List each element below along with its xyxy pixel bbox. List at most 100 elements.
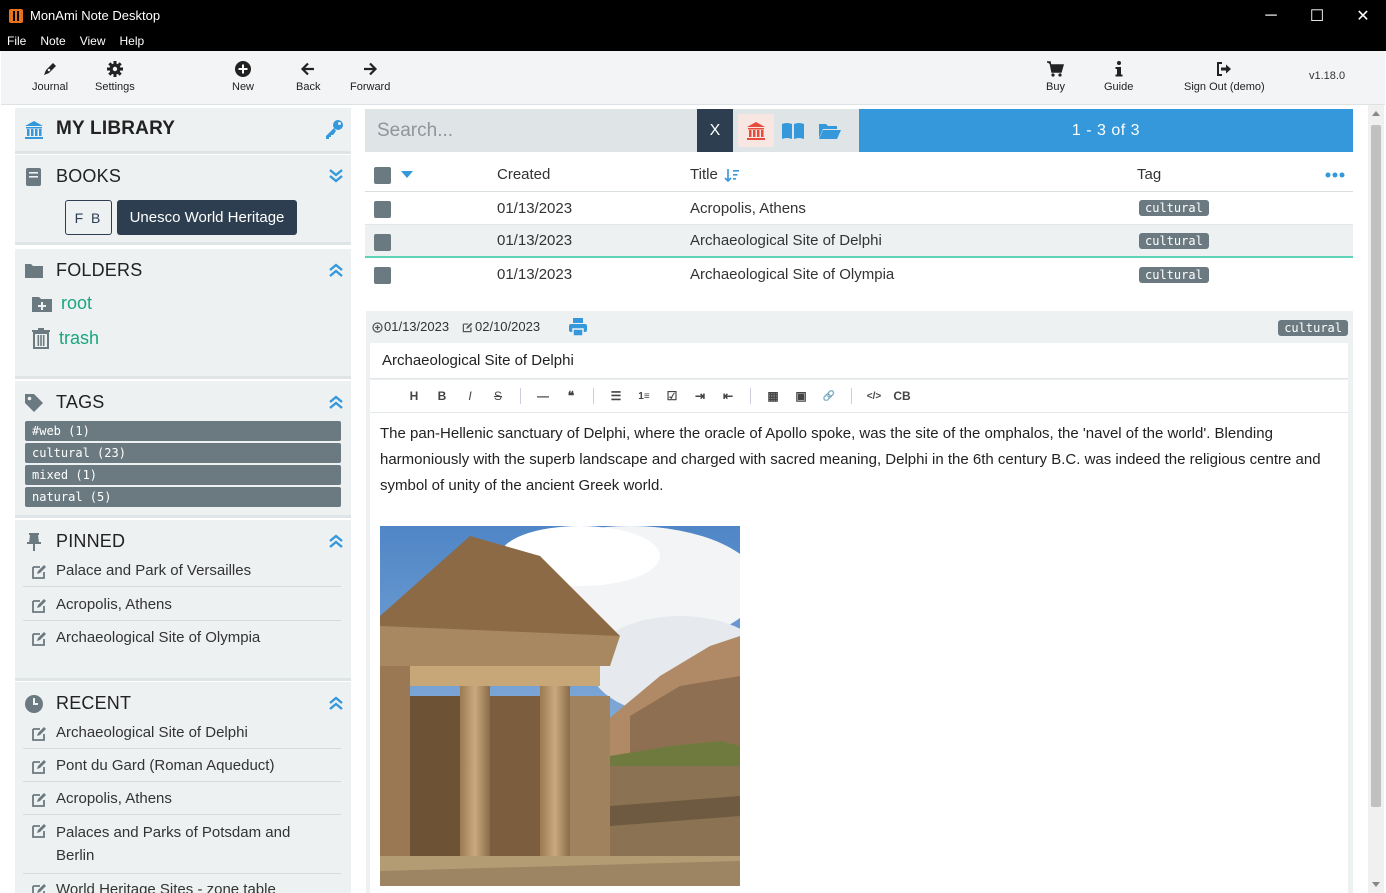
buy-button[interactable]: Buy: [1046, 60, 1065, 93]
column-title[interactable]: Title: [690, 158, 740, 191]
note-body[interactable]: The pan-Hellenic sanctuary of Delphi, wh…: [370, 413, 1348, 893]
code-button[interactable]: </>: [860, 391, 888, 402]
tag-cultural[interactable]: cultural (23): [25, 443, 341, 463]
scope-folder-button[interactable]: [812, 114, 848, 147]
title-bar: MonAmi Note Desktop ─ ☐ ✕: [0, 0, 1386, 31]
chevrons-up-icon[interactable]: [328, 695, 344, 711]
chevrons-up-icon[interactable]: [328, 262, 344, 278]
table-row[interactable]: 01/13/2023 Archaeological Site of Delphi…: [365, 225, 1353, 258]
menu-view[interactable]: View: [73, 34, 113, 48]
ordered-list-button[interactable]: 1≡: [630, 391, 658, 402]
library-header[interactable]: MY LIBRARY: [15, 108, 351, 150]
close-button[interactable]: ✕: [1340, 0, 1386, 31]
menu-note[interactable]: Note: [33, 34, 72, 48]
window-controls: ─ ☐ ✕: [1248, 0, 1386, 31]
arrow-left-icon: [301, 62, 315, 76]
tag-natural[interactable]: natural (5): [25, 487, 341, 507]
horizontal-rule-button[interactable]: —: [529, 389, 557, 403]
book-fb-button[interactable]: F B: [65, 200, 112, 235]
app-logo-icon: [9, 8, 23, 23]
note-title-input[interactable]: Archaeological Site of Delphi: [370, 343, 1348, 379]
search-clear-button[interactable]: X: [697, 109, 733, 152]
recent-item[interactable]: Palaces and Parks of Potsdam and Berlin: [23, 817, 341, 874]
indent-button[interactable]: ⇥: [686, 389, 714, 403]
folders-header[interactable]: FOLDERS: [15, 249, 351, 291]
scroll-up-icon[interactable]: [1372, 111, 1380, 116]
recent-item[interactable]: World Heritage Sites - zone table: [23, 875, 341, 893]
strikethrough-button[interactable]: S: [484, 389, 512, 403]
settings-button[interactable]: Settings: [95, 60, 135, 93]
key-icon[interactable]: [323, 118, 345, 140]
search-input[interactable]: [365, 109, 697, 152]
chevrons-down-icon[interactable]: [328, 168, 344, 184]
back-button[interactable]: Back: [296, 60, 320, 93]
new-button[interactable]: New: [232, 60, 254, 93]
pinned-item[interactable]: Archaeological Site of Olympia: [23, 623, 341, 653]
main-scrollbar[interactable]: [1368, 105, 1384, 893]
tags-header[interactable]: TAGS: [15, 381, 351, 423]
modified-edit-icon: [462, 322, 473, 333]
journal-button[interactable]: Journal: [32, 60, 68, 93]
print-icon[interactable]: [568, 317, 588, 337]
folder-plus-icon: [32, 296, 52, 312]
chevrons-up-icon[interactable]: [328, 394, 344, 410]
window-title: MonAmi Note Desktop: [30, 8, 161, 23]
maximize-button[interactable]: ☐: [1294, 0, 1340, 31]
pinned-item[interactable]: Palace and Park of Versailles: [23, 556, 341, 587]
italic-button[interactable]: I: [456, 389, 484, 403]
code-block-button[interactable]: CB: [888, 389, 916, 403]
bullet-list-button[interactable]: ☰: [602, 389, 630, 403]
folder-root[interactable]: root: [31, 293, 92, 314]
recent-item[interactable]: Pont du Gard (Roman Aqueduct): [23, 751, 341, 782]
row-checkbox[interactable]: [374, 201, 391, 218]
quote-button[interactable]: ❝: [557, 389, 585, 403]
folder-trash[interactable]: trash: [31, 327, 99, 349]
note-editor: 01/13/2023 02/10/2023 cultural Archaeolo…: [366, 311, 1353, 893]
edit-icon: [32, 760, 46, 774]
scrollbar-thumb[interactable]: [1371, 125, 1381, 807]
pinned-item[interactable]: Acropolis, Athens: [23, 590, 341, 621]
column-tag[interactable]: Tag: [1137, 158, 1161, 191]
row-tag-badge[interactable]: cultural: [1139, 200, 1209, 216]
scope-library-button[interactable]: [738, 114, 774, 147]
bold-button[interactable]: B: [428, 389, 456, 403]
table-row[interactable]: 01/13/2023 Acropolis, Athens cultural: [365, 192, 1353, 225]
select-all-checkbox[interactable]: [374, 167, 391, 184]
row-tag-badge[interactable]: cultural: [1139, 232, 1209, 249]
tag-web[interactable]: #web (1): [25, 421, 341, 441]
back-label: Back: [296, 81, 321, 93]
books-header[interactable]: BOOKS: [15, 155, 351, 197]
column-created[interactable]: Created: [497, 158, 550, 191]
menu-help[interactable]: Help: [113, 34, 152, 48]
more-options-icon[interactable]: [1325, 158, 1345, 191]
row-checkbox[interactable]: [374, 234, 391, 251]
recent-item[interactable]: Acropolis, Athens: [23, 784, 341, 815]
note-tag-badge[interactable]: cultural: [1278, 320, 1348, 336]
image-button[interactable]: ▣: [787, 389, 815, 403]
scope-book-button[interactable]: [775, 114, 811, 147]
tag-mixed[interactable]: mixed (1): [25, 465, 341, 485]
forward-button[interactable]: Forward: [350, 60, 390, 93]
folders-title: FOLDERS: [56, 259, 143, 280]
sign-out-button[interactable]: Sign Out (demo): [1184, 60, 1265, 93]
recent-panel: RECENT Archaeological Site of Delphi Pon…: [15, 682, 351, 893]
outdent-button[interactable]: ⇤: [714, 389, 742, 403]
caret-down-icon[interactable]: [401, 171, 413, 179]
recent-item[interactable]: Archaeological Site of Delphi: [23, 718, 341, 749]
table-button[interactable]: ▦: [759, 389, 787, 403]
note-created-date: 01/13/2023: [384, 319, 450, 334]
row-tag-badge[interactable]: cultural: [1139, 266, 1209, 283]
minimize-button[interactable]: ─: [1248, 0, 1294, 31]
books-title: BOOKS: [56, 165, 122, 186]
guide-button[interactable]: Guide: [1104, 60, 1133, 93]
chevrons-up-icon[interactable]: [328, 533, 344, 549]
book-unesco-button[interactable]: Unesco World Heritage: [117, 200, 297, 235]
heading-button[interactable]: H: [400, 389, 428, 403]
row-checkbox[interactable]: [374, 267, 391, 284]
menu-file[interactable]: File: [0, 34, 33, 48]
table-row[interactable]: 01/13/2023 Archaeological Site of Olympi…: [365, 258, 1353, 291]
scroll-down-icon[interactable]: [1372, 882, 1380, 887]
link-button[interactable]: 🔗: [815, 391, 843, 402]
folder-trash-label: trash: [59, 327, 100, 348]
task-list-button[interactable]: ☑: [658, 389, 686, 403]
